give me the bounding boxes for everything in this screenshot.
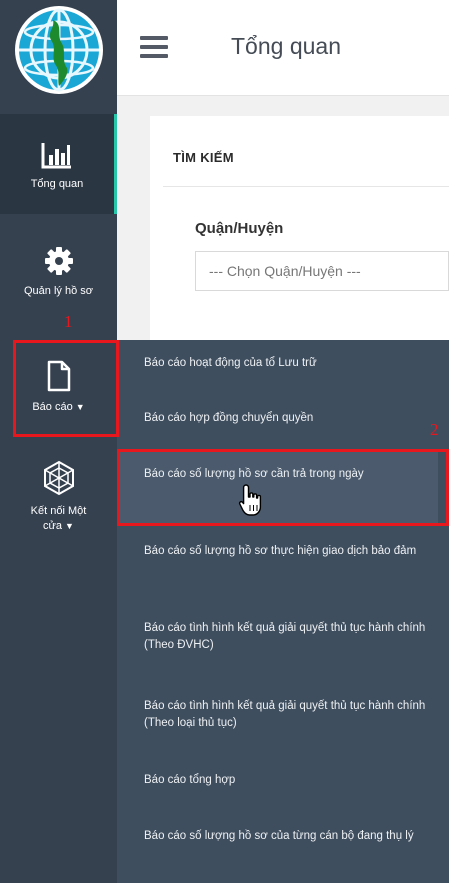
search-panel-title: TÌM KIẾM [173,150,234,165]
page-title: Tổng quan [231,33,341,59]
report-menu-item[interactable]: Báo cáo số lượng hồ sơ của từng cán bộ đ… [117,828,449,845]
report-menu-item[interactable]: Báo cáo tình hình kết quả giải quyết thủ… [117,698,449,732]
sidebar-item-label: Quản lý hồ sơ [24,285,93,297]
annotation-number-2: 2 [430,420,439,439]
sidebar-item-overview[interactable]: Tổng quan [0,114,117,214]
logo [0,0,117,100]
district-label: Quận/Huyện [195,220,284,237]
sidebar-item-label: cửa ▼ [43,519,74,534]
hand-cursor-icon [238,484,262,516]
report-menu-item[interactable]: Báo cáo hợp đồng chuyển quyền [117,410,449,427]
reports-label-text: Báo cáo [32,401,73,413]
one-stop-label-text: cửa [43,520,63,532]
report-menu-item[interactable]: Báo cáo hoạt động của tổ Lưu trữ [117,355,449,372]
annotation-number-1: 1 [64,312,73,331]
divider [163,186,449,187]
bar-chart-icon [41,141,73,169]
report-submenu: Báo cáo hoạt động của tổ Lưu trữ Báo cáo… [117,340,449,883]
sidebar-item-label: Tổng quan [30,178,84,190]
report-menu-item-due-today[interactable]: Báo cáo số lượng hồ sơ cần trả trong ngà… [117,450,438,523]
sidebar-item-records[interactable]: Quản lý hồ sơ [0,232,117,332]
caret-down-icon: ▼ [65,521,74,531]
sidebar-item-label: Báo cáo ▼ [32,400,84,415]
report-menu-item[interactable]: Báo cáo tổng hợp [117,772,449,789]
caret-down-icon: ▼ [75,402,85,412]
report-menu-item[interactable]: Báo cáo số lượng hồ sơ thực hiện giao dị… [117,543,449,560]
report-menu-item[interactable]: Báo cáo tình hình kết quả giải quyết thủ… [117,620,449,654]
sidebar-item-one-stop[interactable]: Kết nối Một cửa ▼ [0,460,117,560]
top-header: Tổng quan [117,0,449,96]
gear-icon [44,246,74,276]
sidebar: Tổng quan Quản lý hồ sơ Báo cáo ▼ Kết nố… [0,0,117,883]
district-select[interactable]: --- Chọn Quận/Huyện --- [195,251,449,291]
search-panel: TÌM KIẾM Quận/Huyện --- Chọn Quận/Huyện … [150,116,449,356]
hamburger-menu-icon[interactable] [140,36,168,58]
app-root: Tổng quan Quản lý hồ sơ Báo cáo ▼ Kết nố… [0,0,449,883]
network-icon [41,460,77,496]
document-icon [46,360,72,392]
sidebar-item-label: Kết nối Một [30,505,87,517]
sidebar-item-reports[interactable]: Báo cáo ▼ [0,352,117,432]
globe-logo-icon [14,6,103,94]
